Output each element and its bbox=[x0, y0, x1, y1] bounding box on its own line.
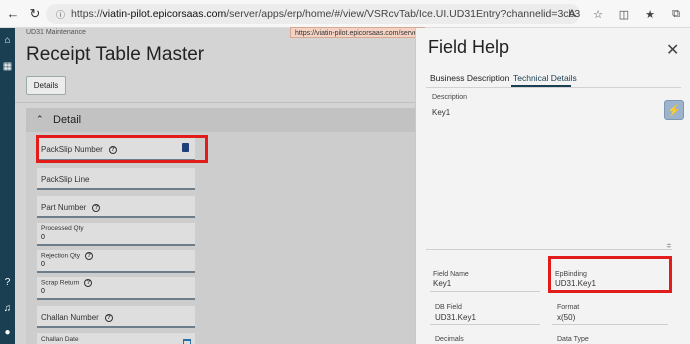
left-nav-rail: ⌂ ▦ ? ♫ ● bbox=[0, 28, 15, 344]
challan-date-field[interactable]: Challan Date bbox=[37, 333, 195, 344]
field-label: Challan Date bbox=[41, 336, 79, 343]
packslip-line-field[interactable]: PackSlip Line bbox=[37, 168, 195, 190]
divider bbox=[552, 324, 668, 325]
detail-panel-header[interactable]: ⌃ Detail bbox=[26, 108, 415, 132]
collections-icon[interactable]: ⧉ bbox=[668, 6, 684, 22]
decimals-label: Decimals bbox=[435, 336, 464, 343]
field-help-pane: Field Help ✕ Business Description Techni… bbox=[415, 28, 690, 344]
field-name-label: Field Name bbox=[433, 271, 469, 278]
app-main: UD31 Maintenance https://viatin-pilot.ep… bbox=[15, 27, 425, 344]
calendar-icon[interactable] bbox=[183, 339, 191, 344]
detail-panel: ⌃ Detail PackSlip Number? PackSlip Line … bbox=[26, 108, 415, 344]
processed-qty-field[interactable]: Processed Qty 0 bbox=[37, 223, 195, 246]
favorites-bar-icon[interactable]: ★ bbox=[642, 6, 658, 22]
db-field-label: DB Field bbox=[435, 304, 462, 311]
divider bbox=[430, 291, 540, 292]
highlight-box bbox=[36, 135, 208, 163]
resize-handle-icon[interactable]: ≑ bbox=[666, 242, 672, 250]
help-icon[interactable]: ? bbox=[104, 313, 113, 322]
details-button[interactable]: Details bbox=[26, 76, 66, 95]
field-label: Rejection Qty? bbox=[41, 252, 94, 260]
field-value: 0 bbox=[41, 234, 45, 241]
scrap-return-field[interactable]: Scrap Return? 0 bbox=[37, 277, 195, 300]
db-field-value: UD31.Key1 bbox=[435, 313, 476, 322]
url-text: https://viatin-pilot.epicorsaas.com/serv… bbox=[71, 8, 580, 20]
field-label: Challan Number? bbox=[41, 313, 113, 322]
field-label: PackSlip Line bbox=[41, 175, 90, 184]
data-type-label: Data Type bbox=[557, 336, 589, 343]
field-value: 0 bbox=[41, 261, 45, 268]
format-value: x(50) bbox=[557, 313, 576, 322]
browser-toolbar: ← ↻ ⓘ https://viatin-pilot.epicorsaas.co… bbox=[0, 0, 690, 28]
page-title: Receipt Table Master bbox=[26, 44, 205, 65]
rejection-qty-field[interactable]: Rejection Qty? 0 bbox=[37, 250, 195, 273]
divider bbox=[15, 102, 415, 103]
challan-number-field[interactable]: Challan Number? bbox=[37, 306, 195, 328]
help-icon[interactable]: ? bbox=[84, 279, 93, 287]
field-label: Scrap Return? bbox=[41, 279, 93, 287]
tab-divider bbox=[426, 87, 681, 88]
info-icon[interactable]: ⓘ bbox=[56, 8, 65, 21]
home-icon[interactable]: ⌂ bbox=[1, 34, 14, 47]
field-name-value: Key1 bbox=[433, 279, 452, 288]
help-icon[interactable]: ? bbox=[92, 203, 101, 212]
help-icon[interactable]: ? bbox=[85, 252, 94, 260]
refresh-icon[interactable]: ↻ bbox=[26, 5, 44, 23]
description-label: Description bbox=[432, 94, 468, 101]
field-label: Part Number? bbox=[41, 203, 101, 212]
field-value: 0 bbox=[41, 288, 45, 295]
help-icon[interactable]: ? bbox=[1, 276, 14, 289]
back-icon[interactable]: ← bbox=[4, 5, 22, 23]
close-icon[interactable]: ✕ bbox=[666, 40, 679, 60]
highlight-box bbox=[548, 256, 672, 293]
panel-title: Detail bbox=[53, 114, 82, 126]
part-number-field[interactable]: Part Number? bbox=[37, 196, 195, 218]
tab-business-description[interactable]: Business Description bbox=[430, 73, 509, 83]
field-label: Processed Qty bbox=[41, 225, 84, 232]
favorite-icon[interactable]: ☆ bbox=[590, 6, 606, 22]
notifications-icon[interactable]: ♫ bbox=[1, 302, 14, 315]
url-tooltip: https://viatin-pilot.epicorsaas.com/serv… bbox=[290, 27, 425, 38]
chevron-up-icon[interactable]: ⌃ bbox=[36, 114, 44, 125]
split-screen-icon[interactable]: ◫ bbox=[616, 6, 632, 22]
apps-grid-icon[interactable]: ▦ bbox=[1, 60, 14, 73]
description-area[interactable]: Description Key1 bbox=[426, 90, 672, 250]
format-label: Format bbox=[557, 304, 580, 311]
description-value: Key1 bbox=[432, 108, 451, 117]
user-icon[interactable]: ● bbox=[1, 326, 14, 339]
read-aloud-icon[interactable]: A bbox=[564, 6, 580, 22]
address-bar[interactable]: ⓘ https://viatin-pilot.epicorsaas.com/se… bbox=[46, 4, 580, 24]
tab-technical-details[interactable]: Technical Details bbox=[513, 73, 577, 83]
divider bbox=[430, 324, 540, 325]
epicor-assistant-icon[interactable]: ⚡ bbox=[664, 100, 684, 120]
field-help-title: Field Help bbox=[428, 37, 510, 57]
